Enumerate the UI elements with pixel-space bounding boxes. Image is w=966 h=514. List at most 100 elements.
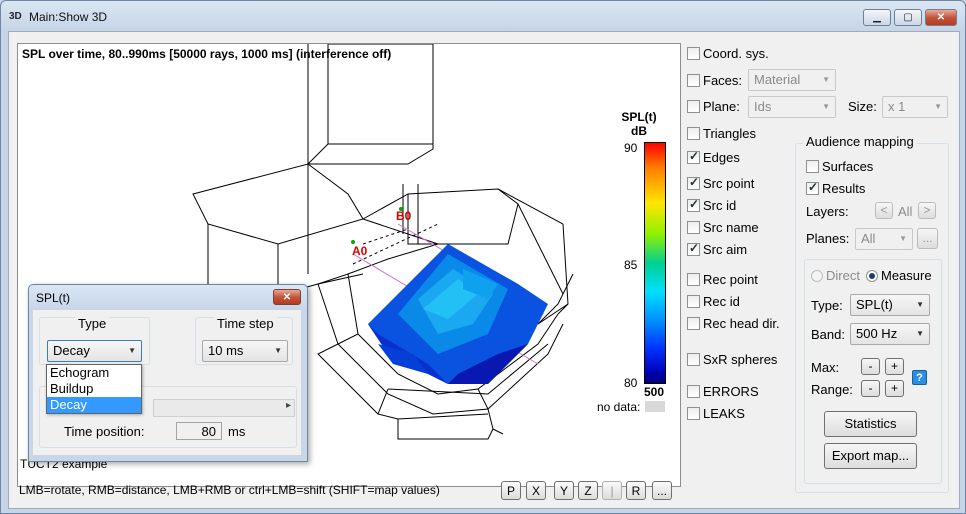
view-p-button[interactable]: P bbox=[501, 481, 521, 500]
app-3d-icon: 3D bbox=[9, 11, 22, 22]
dialog-type-select[interactable]: Decay ▼ bbox=[47, 340, 142, 362]
band-select[interactable]: 500 Hz ▼ bbox=[850, 323, 930, 345]
results-label: Results bbox=[822, 181, 866, 196]
rec-head-label: Rec head dir. bbox=[703, 316, 780, 331]
time-slider[interactable]: ▸ bbox=[153, 399, 295, 417]
surfaces-checkbox[interactable] bbox=[806, 160, 819, 173]
triangles-checkbox[interactable] bbox=[687, 127, 700, 140]
src-aim-checkbox[interactable] bbox=[687, 241, 700, 256]
leaks-checkbox[interactable] bbox=[687, 407, 700, 420]
legend-tick-90: 90 bbox=[624, 141, 638, 155]
view-z-button[interactable]: Z bbox=[578, 481, 598, 500]
view-x-button[interactable]: X bbox=[526, 481, 546, 500]
legend-title: SPL(t) dB bbox=[614, 110, 664, 138]
edges-label: Edges bbox=[703, 150, 740, 165]
main-window: 3D Main:Show 3D ▁ ▢ ✕ SPL over time, 80.… bbox=[0, 0, 966, 514]
maximize-button[interactable]: ▢ bbox=[894, 9, 922, 26]
src-name-checkbox[interactable] bbox=[687, 221, 700, 234]
rec-point-label: Rec point bbox=[703, 272, 758, 287]
errors-checkbox[interactable] bbox=[687, 385, 700, 398]
no-data-label: no data: bbox=[597, 400, 641, 414]
max-plus-button[interactable]: + bbox=[885, 358, 904, 375]
view-title: SPL over time, 80..990ms [50000 rays, 10… bbox=[22, 47, 392, 61]
max-minus-button[interactable]: - bbox=[861, 358, 880, 375]
src-id-label: Src id bbox=[703, 198, 737, 213]
legend-tick-85: 85 bbox=[624, 258, 638, 272]
chevron-down-icon: ▼ bbox=[128, 346, 136, 355]
close-button[interactable]: ✕ bbox=[925, 9, 957, 26]
audience-results-map bbox=[368, 244, 548, 384]
rec-head-checkbox[interactable] bbox=[687, 317, 700, 330]
direct-radio[interactable] bbox=[811, 270, 823, 282]
faces-checkbox[interactable] bbox=[687, 74, 700, 87]
coord-sys-label: Coord. sys. bbox=[703, 46, 769, 61]
layers-label: Layers: bbox=[806, 204, 849, 219]
planes-select[interactable]: All ▼ bbox=[855, 228, 913, 250]
band-label: Band: bbox=[811, 327, 845, 342]
planes-label: Planes: bbox=[806, 231, 850, 246]
dialog-title: SPL(t) bbox=[36, 291, 71, 305]
timestep-select[interactable]: 10 ms ▼ bbox=[202, 340, 288, 362]
export-map-button[interactable]: Export map... bbox=[824, 443, 917, 469]
range-label: Range: bbox=[811, 382, 853, 397]
rec-point-checkbox[interactable] bbox=[687, 273, 700, 286]
statistics-button[interactable]: Statistics bbox=[824, 411, 917, 437]
timestep-value: 10 ms bbox=[208, 343, 244, 358]
planes-select-value: All bbox=[861, 231, 876, 246]
edges-checkbox[interactable] bbox=[687, 149, 700, 164]
type-option-decay[interactable]: Decay bbox=[47, 397, 141, 413]
dialog-close-button[interactable]: ✕ bbox=[273, 289, 301, 305]
faces-select-value: Material bbox=[754, 72, 801, 87]
timestep-group-title: Time step bbox=[214, 316, 277, 331]
range-plus-button[interactable]: + bbox=[885, 380, 904, 397]
rec-id-checkbox[interactable] bbox=[687, 295, 700, 308]
minimize-button[interactable]: ▁ bbox=[863, 9, 891, 26]
chevron-down-icon: ▼ bbox=[916, 329, 924, 338]
chevron-down-icon: ▼ bbox=[899, 234, 907, 243]
audience-mapping-title: Audience mapping bbox=[803, 134, 917, 149]
faces-select[interactable]: Material ▼ bbox=[748, 69, 836, 91]
results-checkbox[interactable] bbox=[806, 180, 819, 195]
layers-next-button[interactable]: > bbox=[918, 202, 936, 219]
measure-radio[interactable] bbox=[866, 270, 878, 282]
source-label-b0: B0 bbox=[396, 209, 412, 223]
src-point-label: Src point bbox=[703, 176, 755, 191]
coord-sys-checkbox[interactable] bbox=[687, 47, 700, 60]
view-y-button[interactable]: Y bbox=[554, 481, 574, 500]
plane-select[interactable]: Ids ▼ bbox=[748, 96, 836, 118]
slider-right-arrow-icon[interactable]: ▸ bbox=[286, 400, 291, 411]
layers-prev-button[interactable]: < bbox=[875, 202, 893, 219]
src-id-checkbox[interactable] bbox=[687, 197, 700, 212]
type-group: Type Decay ▼ bbox=[39, 316, 150, 365]
chevron-down-icon: ▼ bbox=[274, 346, 282, 355]
window-title: Main:Show 3D bbox=[29, 10, 108, 24]
size-select[interactable]: x 1 ▼ bbox=[882, 96, 948, 118]
planes-more-button[interactable]: ... bbox=[917, 228, 938, 249]
triangles-label: Triangles bbox=[703, 126, 756, 141]
legend-title-line1: SPL(t) bbox=[621, 110, 657, 124]
type-option-echogram[interactable]: Echogram bbox=[47, 365, 141, 381]
title-bar[interactable]: 3D Main:Show 3D ▁ ▢ ✕ bbox=[1, 1, 965, 31]
legend-colorbar bbox=[644, 142, 666, 384]
src-point-checkbox[interactable] bbox=[687, 175, 700, 190]
leaks-label: LEAKS bbox=[703, 406, 745, 421]
legend-tick-80: 80 bbox=[624, 376, 638, 390]
range-minus-button[interactable]: - bbox=[861, 380, 880, 397]
type-select[interactable]: SPL(t) ▼ bbox=[850, 294, 930, 316]
layers-value: All bbox=[898, 204, 913, 219]
sxr-spheres-checkbox[interactable] bbox=[687, 353, 700, 366]
splt-dialog: SPL(t) ✕ Type Decay ▼ Time step 10 ms ▼ ▸ … bbox=[28, 284, 308, 462]
errors-label: ERRORS bbox=[703, 384, 759, 399]
view-bar-button[interactable]: | bbox=[602, 481, 622, 500]
src-aim-label: Src aim bbox=[703, 242, 748, 257]
type-option-buildup[interactable]: Buildup bbox=[47, 381, 141, 397]
plane-checkbox[interactable] bbox=[687, 100, 700, 113]
help-icon[interactable]: ? bbox=[912, 370, 927, 385]
no-data-swatch bbox=[645, 401, 665, 412]
type-label: Type: bbox=[811, 298, 843, 313]
view-r-button[interactable]: R bbox=[626, 481, 646, 500]
legend-title-unit: dB bbox=[631, 124, 647, 138]
time-position-label: Time position: bbox=[64, 424, 145, 439]
view-more-button[interactable]: ... bbox=[652, 481, 672, 500]
time-position-field[interactable]: 80 bbox=[176, 422, 222, 440]
